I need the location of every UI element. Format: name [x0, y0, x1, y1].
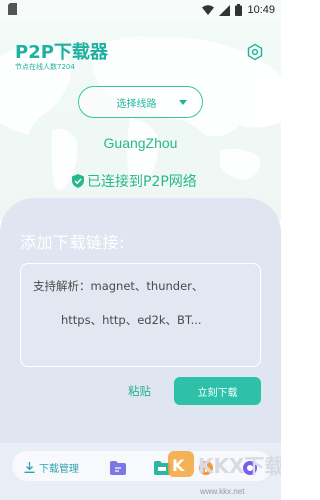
sd-card-icon	[8, 3, 17, 15]
paste-button[interactable]: 粘贴	[128, 383, 151, 399]
node-count: 节点在线人数7204	[15, 63, 75, 71]
connection-status-text: 已连接到P2P网络	[87, 174, 197, 190]
app-title: P2P下载器	[15, 42, 108, 63]
shield-check-icon	[72, 174, 84, 188]
app-screen: 10:49 P2P下载器 节点在线人数7204 选择线路 GuangZhou 已…	[0, 0, 281, 500]
card-title: 添加下载链接:	[20, 233, 125, 252]
battery-icon	[235, 4, 243, 16]
settings-hexagon-icon[interactable]	[246, 43, 264, 61]
download-now-button[interactable]: 立刻下载	[174, 377, 261, 405]
folder-icon[interactable]	[110, 461, 126, 475]
svg-text:K: K	[172, 456, 185, 475]
link-placeholder-line1: 支持解析：magnet、thunder、	[33, 279, 204, 293]
line-select-label: 选择线路	[116, 98, 157, 110]
signal-icon	[219, 4, 231, 16]
connection-status: 已连接到P2P网络	[72, 171, 197, 191]
watermark-logo-text: KKX下载	[198, 454, 281, 478]
link-input[interactable]: 支持解析：magnet、thunder、 https、http、ed2k、BT.…	[20, 263, 261, 367]
caret-down-icon	[179, 100, 187, 105]
line-select-dropdown[interactable]: 选择线路	[78, 86, 203, 118]
status-time: 10:49	[247, 4, 275, 16]
city-label: GuangZhou	[103, 135, 178, 151]
add-link-card: 添加下载链接: 支持解析：magnet、thunder、 https、http、…	[0, 198, 281, 443]
download-manager-button[interactable]: 下载管理	[24, 460, 79, 475]
status-bar: 10:49	[0, 0, 281, 20]
wifi-icon	[202, 5, 215, 15]
watermark-site: www.kkx.net	[200, 487, 245, 496]
header: P2P下载器 节点在线人数7204 选择线路 GuangZhou 已连接到P2P…	[0, 20, 281, 220]
link-placeholder-line2: https、http、ed2k、BT...	[61, 313, 202, 327]
download-icon	[24, 462, 35, 473]
download-manager-label: 下载管理	[39, 464, 79, 475]
